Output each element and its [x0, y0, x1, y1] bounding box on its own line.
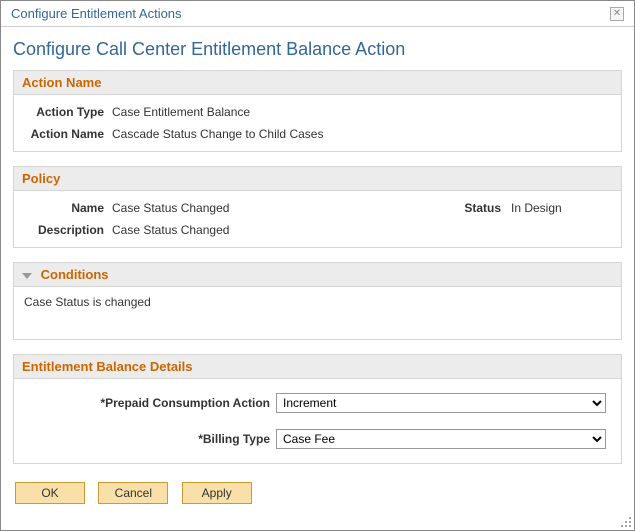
policy-description-label: Description [24, 223, 112, 237]
dialog-title: Configure Entitlement Actions [11, 6, 182, 21]
policy-panel: Policy Name Case Status Changed Status I… [13, 166, 622, 248]
action-name-label: Action Name [24, 127, 112, 141]
chevron-down-icon [22, 273, 32, 279]
conditions-body: Case Status is changed [14, 287, 621, 339]
billing-type-select[interactable]: Case Fee [276, 429, 606, 449]
button-bar: OK Cancel Apply [13, 478, 622, 508]
resize-grip-icon[interactable] [620, 516, 632, 528]
conditions-text: Case Status is changed [24, 295, 151, 309]
balance-details-body: *Prepaid Consumption Action Increment *B… [14, 379, 621, 463]
action-name-header: Action Name [14, 71, 621, 95]
action-name-panel: Action Name Action Type Case Entitlement… [13, 70, 622, 152]
policy-name-value: Case Status Changed [112, 201, 464, 215]
dialog-window: Configure Entitlement Actions ✕ Configur… [0, 0, 635, 531]
policy-name-label: Name [24, 201, 112, 215]
action-name-value: Cascade Status Change to Child Cases [112, 127, 323, 141]
prepaid-action-row: *Prepaid Consumption Action Increment [24, 385, 611, 421]
dialog-content: Configure Call Center Entitlement Balanc… [1, 27, 634, 518]
action-type-value: Case Entitlement Balance [112, 105, 250, 119]
cancel-button[interactable]: Cancel [98, 482, 168, 504]
action-name-body: Action Type Case Entitlement Balance Act… [14, 95, 621, 151]
action-type-label: Action Type [24, 105, 112, 119]
ok-button[interactable]: OK [15, 482, 85, 504]
policy-status-value: In Design [511, 201, 611, 215]
balance-details-panel: Entitlement Balance Details *Prepaid Con… [13, 354, 622, 464]
conditions-header[interactable]: Conditions [14, 263, 621, 287]
action-name-row: Action Name Cascade Status Change to Chi… [24, 123, 611, 145]
policy-header: Policy [14, 167, 621, 191]
policy-description-value: Case Status Changed [112, 223, 611, 237]
prepaid-action-label: *Prepaid Consumption Action [24, 396, 276, 410]
conditions-panel: Conditions Case Status is changed [13, 262, 622, 340]
title-bar: Configure Entitlement Actions ✕ [1, 1, 634, 27]
apply-button[interactable]: Apply [182, 482, 252, 504]
balance-details-header: Entitlement Balance Details [14, 355, 621, 379]
action-type-row: Action Type Case Entitlement Balance [24, 101, 611, 123]
policy-status-label: Status [464, 201, 511, 215]
policy-description-row: Description Case Status Changed [24, 219, 611, 241]
billing-type-row: *Billing Type Case Fee [24, 421, 611, 457]
billing-type-label: *Billing Type [24, 432, 276, 446]
conditions-header-label: Conditions [41, 267, 109, 282]
policy-body: Name Case Status Changed Status In Desig… [14, 191, 621, 247]
page-title: Configure Call Center Entitlement Balanc… [13, 39, 622, 60]
policy-name-row: Name Case Status Changed Status In Desig… [24, 197, 611, 219]
prepaid-action-select[interactable]: Increment [276, 393, 606, 413]
close-icon[interactable]: ✕ [610, 7, 624, 21]
